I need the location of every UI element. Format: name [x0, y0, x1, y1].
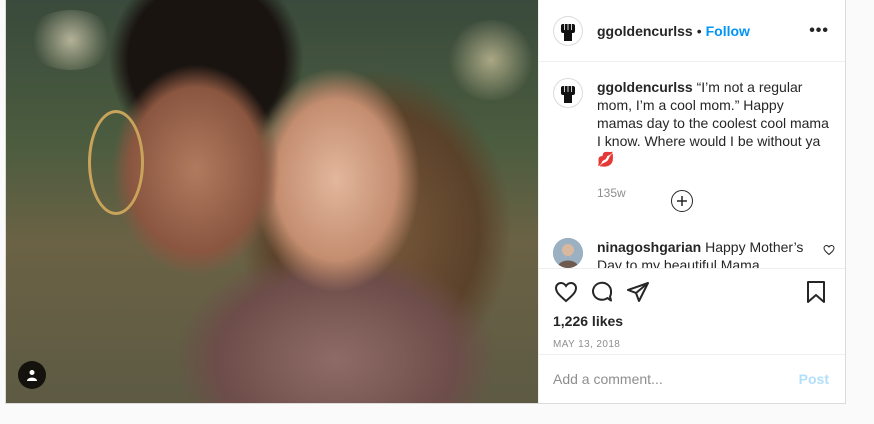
raised-fist-icon: [561, 86, 575, 103]
share-button[interactable]: [625, 279, 651, 305]
caption-username[interactable]: ggoldencurlss: [597, 79, 693, 95]
add-comment-bar: Add a comment... Post: [539, 354, 845, 403]
separator-dot: •: [696, 22, 702, 39]
caption-timestamp[interactable]: 135w: [597, 184, 829, 202]
follow-button[interactable]: Follow: [706, 23, 750, 39]
post-actions-area: 1,226 likes MAY 13, 2018: [539, 268, 845, 354]
comment-username[interactable]: ninagoshgarian: [597, 239, 701, 255]
avatar[interactable]: [553, 15, 583, 46]
post-author-username[interactable]: ggoldencurlss: [597, 23, 693, 39]
avatar-photo-icon: [553, 238, 583, 268]
action-bar: [553, 279, 829, 305]
post-caption: ggoldencurlss “I’m not a regular mom, I’…: [553, 78, 829, 202]
comment-body: ninagoshgarian Happy Mother’s Day to my …: [597, 238, 819, 268]
photo-bokeh: [26, 10, 116, 70]
commenter-avatar[interactable]: [553, 238, 583, 268]
likes-count[interactable]: 1,226 likes: [553, 313, 829, 329]
photo-earring: [88, 110, 144, 215]
post-photo[interactable]: [6, 0, 538, 403]
user-tag-icon: [27, 370, 37, 381]
more-horizontal-icon[interactable]: •••: [809, 22, 829, 40]
post-header: ggoldencurlss • Follow •••: [539, 0, 845, 62]
bookmark-icon: [807, 281, 825, 303]
user-tag-button[interactable]: [18, 361, 46, 389]
post-comment-button[interactable]: Post: [799, 371, 829, 387]
comment-item: ninagoshgarian Happy Mother’s Day to my …: [553, 238, 835, 268]
load-more-comments-button[interactable]: [671, 190, 693, 212]
caption-body: ggoldencurlss “I’m not a regular mom, I’…: [597, 78, 829, 202]
avatar[interactable]: [553, 78, 583, 108]
raised-fist-icon: [561, 23, 575, 41]
comment-bubble-icon: [592, 281, 613, 302]
save-button[interactable]: [803, 279, 829, 305]
comments-section: ggoldencurlss “I’m not a regular mom, I’…: [539, 62, 845, 268]
paper-plane-icon: [627, 282, 649, 302]
like-button[interactable]: [553, 279, 579, 305]
plus-circle-icon: [677, 196, 687, 206]
comment-input[interactable]: Add a comment...: [553, 371, 799, 387]
heart-icon: [554, 281, 578, 303]
comment-button[interactable]: [589, 279, 615, 305]
instagram-post: ggoldencurlss • Follow ••• ggoldencurlss: [5, 0, 846, 404]
post-date[interactable]: MAY 13, 2018: [553, 339, 829, 350]
photo-bokeh: [446, 20, 536, 100]
comment-like-heart-icon[interactable]: [823, 244, 835, 256]
post-sidebar: ggoldencurlss • Follow ••• ggoldencurlss: [538, 0, 845, 403]
